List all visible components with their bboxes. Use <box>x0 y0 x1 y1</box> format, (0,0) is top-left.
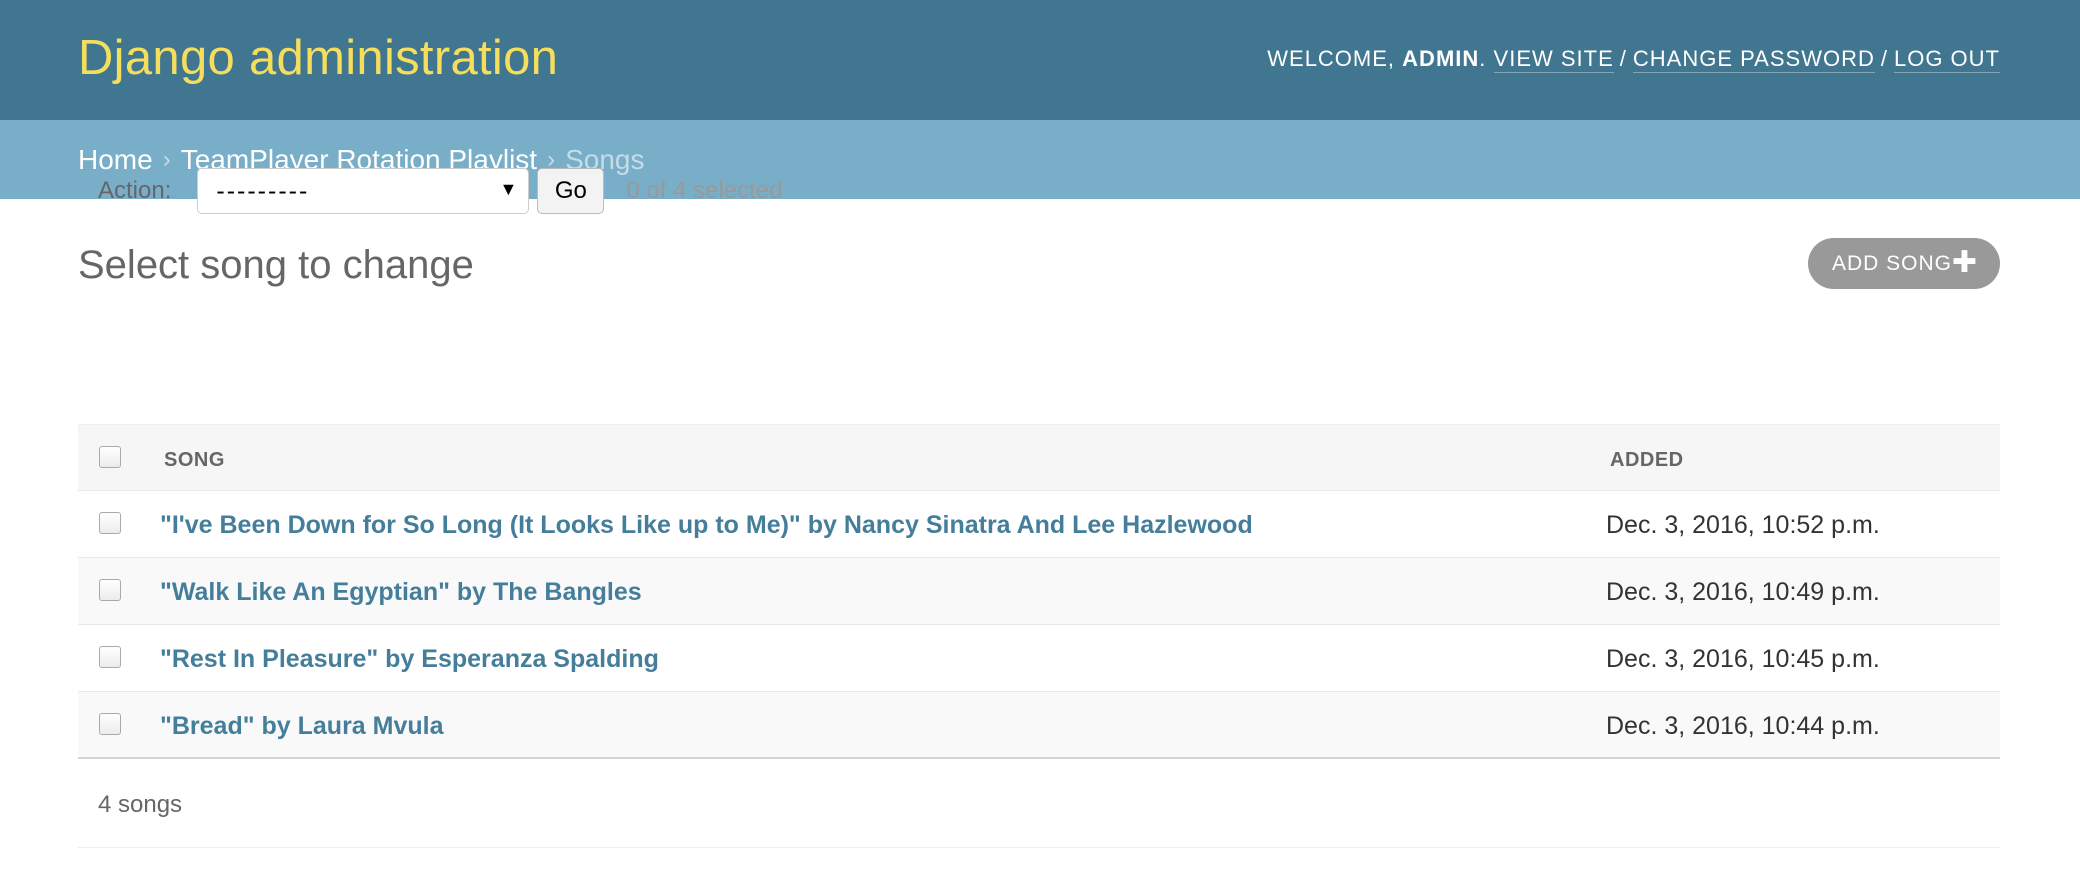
song-link[interactable]: "Walk Like An Egyptian" by The Bangles <box>160 578 642 607</box>
result-count: 4 songs <box>98 791 183 818</box>
song-link[interactable]: "I've Been Down for So Long (It Looks Li… <box>160 511 1253 540</box>
actions-bar: Action: --------- ▼ Go 0 of 4 selected <box>78 158 2000 224</box>
user-tools: Welcome, admin. View site / Change passwor… <box>1267 46 2000 73</box>
table-row: "Rest In Pleasure" by Esperanza Spalding… <box>78 625 2000 692</box>
dropdown-arrow-icon: ▼ <box>499 179 518 199</box>
welcome-text: Welcome, <box>1267 46 1396 71</box>
table-row: "I've Been Down for So Long (It Looks Li… <box>78 491 2000 558</box>
select-all-checkbox[interactable] <box>99 446 121 468</box>
added-date: Dec. 3, 2016, 10:49 p.m. <box>1606 578 1880 606</box>
action-label: Action: <box>98 177 172 204</box>
log-out-link[interactable]: Log out <box>1893 46 2000 73</box>
result-table: Song Added "I've Been Down for So Long (… <box>78 424 2000 759</box>
header: Django administration Welcome, admin. Vi… <box>0 0 2080 120</box>
row-checkbox[interactable] <box>99 512 121 534</box>
action-select[interactable]: --------- ▼ <box>197 168 530 214</box>
go-button[interactable]: Go <box>537 168 605 214</box>
view-site-link[interactable]: View site <box>1493 46 1614 73</box>
column-header-song[interactable]: Song <box>164 449 225 472</box>
added-date: Dec. 3, 2016, 10:45 p.m. <box>1606 645 1880 673</box>
table-header-row: Song Added <box>78 424 2000 491</box>
row-checkbox[interactable] <box>99 713 121 735</box>
username: admin <box>1402 46 1480 71</box>
song-link[interactable]: "Bread" by Laura Mvula <box>160 712 444 741</box>
plus-icon: ✚ <box>1951 246 1978 279</box>
table-row: "Walk Like An Egyptian" by The Bangles D… <box>78 558 2000 625</box>
added-date: Dec. 3, 2016, 10:52 p.m. <box>1606 511 1880 539</box>
table-row: "Bread" by Laura Mvula Dec. 3, 2016, 10:… <box>78 692 2000 759</box>
column-header-added[interactable]: Added <box>1610 449 1684 472</box>
selected-count: 0 of 4 selected <box>626 177 783 204</box>
add-song-label: Add song <box>1832 251 1953 275</box>
change-password-link[interactable]: Change password <box>1632 46 1875 73</box>
page-title: Select song to change <box>78 243 474 287</box>
site-title[interactable]: Django administration <box>78 30 558 86</box>
action-selected-value: --------- <box>216 176 310 205</box>
row-checkbox[interactable] <box>99 646 121 668</box>
row-checkbox[interactable] <box>99 579 121 601</box>
added-date: Dec. 3, 2016, 10:44 p.m. <box>1606 712 1880 740</box>
paginator: 4 songs <box>78 760 2000 848</box>
add-song-button[interactable]: Add song ✚ <box>1808 238 2000 289</box>
song-link[interactable]: "Rest In Pleasure" by Esperanza Spalding <box>160 645 659 674</box>
